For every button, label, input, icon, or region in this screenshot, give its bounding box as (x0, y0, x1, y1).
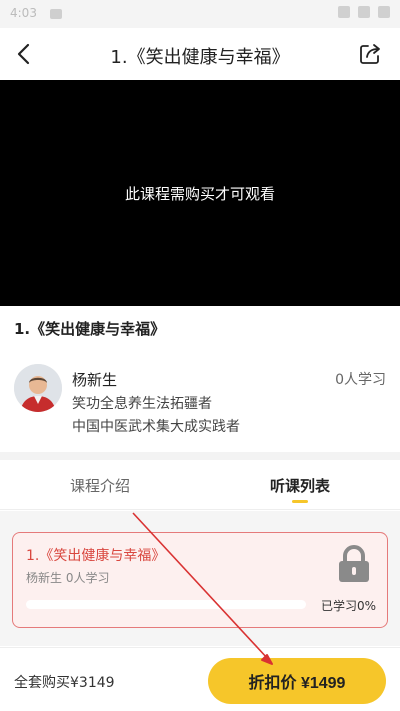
purchase-bar: 全套购买¥3149 折扣价 ¥1499 (0, 647, 400, 711)
status-bar: 4:03 (0, 0, 400, 28)
lesson-progress-bar (26, 600, 306, 609)
status-icons (338, 6, 390, 18)
purchase-required-message: 此课程需购买才可观看 (124, 184, 275, 203)
course-title: 1.《笑出健康与幸福》 (14, 320, 166, 338)
signal-icon (358, 6, 370, 18)
share-icon (360, 44, 380, 64)
nav-bar: 1.《笑出健康与幸福》 (0, 28, 400, 80)
share-button[interactable] (354, 38, 386, 70)
lesson-item[interactable]: 1.《笑出健康与幸福》 杨新生 0人学习 已学习0% (12, 532, 388, 628)
teacher-info[interactable]: 杨新生 0人学习 笑功全息养生法拓疆者 中国中医武术集大成实践者 (0, 356, 400, 446)
section-divider (0, 452, 400, 460)
lesson-list: 1.《笑出健康与幸福》 杨新生 0人学习 已学习0% (0, 511, 400, 646)
back-button[interactable] (6, 36, 42, 72)
lesson-progress-label: 已学习0% (320, 599, 376, 613)
back-arrow-icon (17, 43, 30, 65)
lesson-title: 1.《笑出健康与幸福》 (26, 548, 166, 564)
page-title: 1.《笑出健康与幸福》 (110, 47, 290, 68)
wifi-icon (338, 6, 350, 18)
tab-course-intro[interactable]: 课程介绍 (0, 460, 200, 510)
lesson-meta: 杨新生 0人学习 (26, 571, 110, 585)
active-tab-indicator (292, 500, 308, 503)
tab-bar: 课程介绍 听课列表 (0, 460, 400, 510)
discount-buy-button[interactable]: 折扣价 ¥1499 (208, 658, 386, 704)
teacher-description: 笑功全息养生法拓疆者 (72, 396, 212, 412)
teacher-description: 中国中医武术集大成实践者 (72, 419, 240, 435)
battery-icon (378, 6, 390, 18)
teacher-name: 杨新生 (72, 371, 118, 389)
video-player[interactable]: 此课程需购买才可观看 (0, 80, 400, 306)
status-time: 4:03 (10, 6, 37, 20)
learner-count: 0人学习 (335, 372, 386, 388)
notification-icon (50, 9, 62, 19)
full-set-purchase[interactable]: 全套购买¥3149 (14, 672, 115, 692)
lock-icon (336, 545, 372, 583)
teacher-avatar (14, 364, 62, 412)
